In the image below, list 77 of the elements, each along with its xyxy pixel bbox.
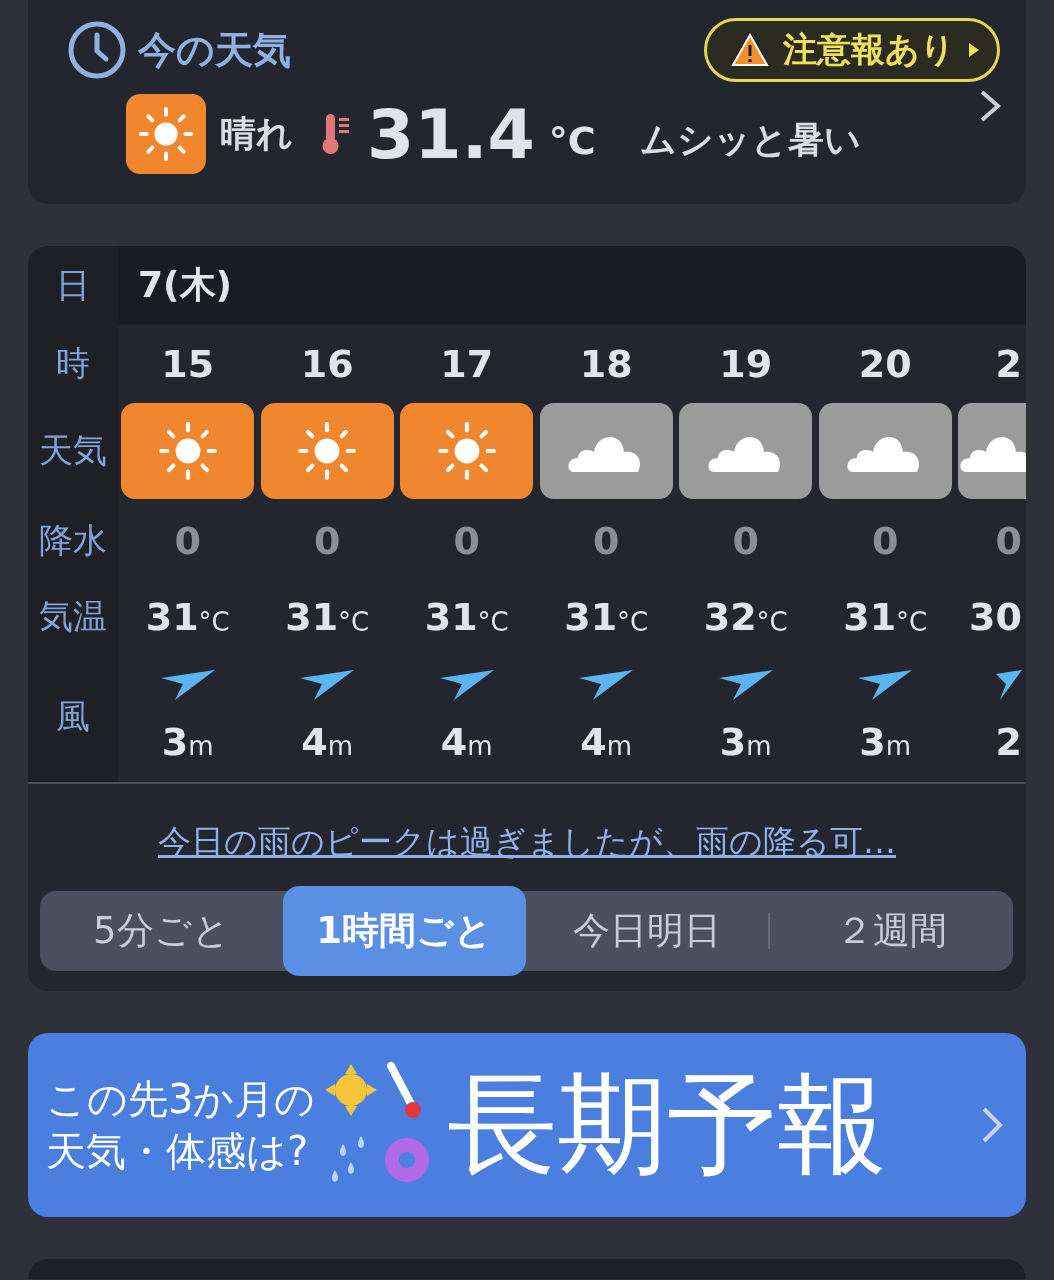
wind-speed: 2 [995,720,1022,764]
wind-speed: 3 [719,720,747,764]
wind-direction-icon [996,670,1022,700]
weather-condition: 晴れ [220,111,293,156]
banner-title: 長期予報 [447,1058,889,1190]
temperature-value: 31 [285,595,339,639]
sun-icon [296,420,359,482]
hour-label: 17 [440,341,494,386]
wind-unit: m [467,731,493,761]
wind-speed: 3 [859,720,886,764]
temperature-unit: °C [617,607,649,637]
wind-speed: 3 [161,720,189,764]
interval-tab[interactable]: 今日明日 [525,891,769,971]
chevron-right-icon[interactable] [978,88,1002,124]
wind-unit: m [188,731,214,761]
temperature-unit: °C [896,607,928,637]
row-label: 天気 [28,402,118,500]
wind-unit: m [885,731,912,761]
hour-label: 15 [161,341,215,386]
date-header: 7(木) [118,246,1026,325]
hour-label: 19 [719,341,773,386]
temperature-value: 32 [703,595,757,639]
hour-label: 18 [579,341,633,386]
temperature-value: 31 [843,595,897,639]
precipitation-value: 0 [314,519,341,563]
wind-unit: m [327,731,354,761]
wind-unit: m [606,731,633,761]
wind-direction-icon [579,670,634,700]
precipitation-value: 0 [995,519,1022,563]
row-label: 時 [28,325,118,402]
interval-tab[interactable]: 1時間ごと [282,886,526,976]
row-label: 気温 [28,582,118,652]
temperature-unit: °C [477,607,509,637]
interval-tab[interactable]: ２週間 [770,891,1013,971]
temperature-unit: °C [756,607,788,637]
rain-info-link[interactable]: 今日の雨のピークは過ぎましたが、雨の降る可… [158,820,896,865]
temperature-value: 31 [424,595,478,639]
banner-tagline: この先3か月の 天気・体感は? [46,1075,316,1176]
wind-direction-icon [160,670,215,700]
sun-icon [156,420,219,482]
temperature-unit: °C [548,119,596,163]
wind-direction-icon [858,670,913,700]
interval-tab[interactable]: 5分ごと [40,891,283,971]
temperature-unit: °C [198,607,230,637]
alert-button[interactable]: 注意報あり [704,18,1000,82]
clock-icon [68,21,126,79]
wind-direction-icon [439,670,494,700]
wind-speed: 4 [301,720,328,764]
precipitation-value: 0 [453,519,480,563]
wind-speed: 4 [440,720,468,764]
temperature-value: 31 [564,595,618,639]
wind-speed: 4 [580,720,607,764]
row-label: 降水 [28,500,118,582]
precipitation-value: 0 [732,519,759,563]
row-label: 日 [28,246,118,325]
current-temperature: 31.4 [367,94,535,174]
hour-label: 20 [858,341,912,386]
wind-direction-icon [718,670,773,700]
feels-like-text: ムシッと暑い [639,117,861,162]
hour-label: 2 [995,341,1022,386]
sun-icon [137,105,195,163]
temperature-value: 31 [145,595,199,639]
precipitation-value: 0 [174,519,201,563]
precipitation-value: 0 [872,519,899,563]
temperature-unit: °C [338,607,370,637]
sun-icon [435,420,498,482]
wind-unit: m [746,731,772,761]
wind-direction-icon [300,670,355,700]
section-title: 今の天気 [138,26,291,74]
caret-icon [969,43,979,57]
row-label: 風 [28,652,118,782]
chevron-right-icon [980,1105,1004,1145]
temperature-value: 30 [969,595,1022,639]
hour-label: 16 [300,341,354,386]
warning-icon [731,33,769,67]
long-range-forecast-banner[interactable]: この先3か月の 天気・体感は? 長期予報 [28,1033,1026,1217]
precipitation-value: 0 [593,519,620,563]
